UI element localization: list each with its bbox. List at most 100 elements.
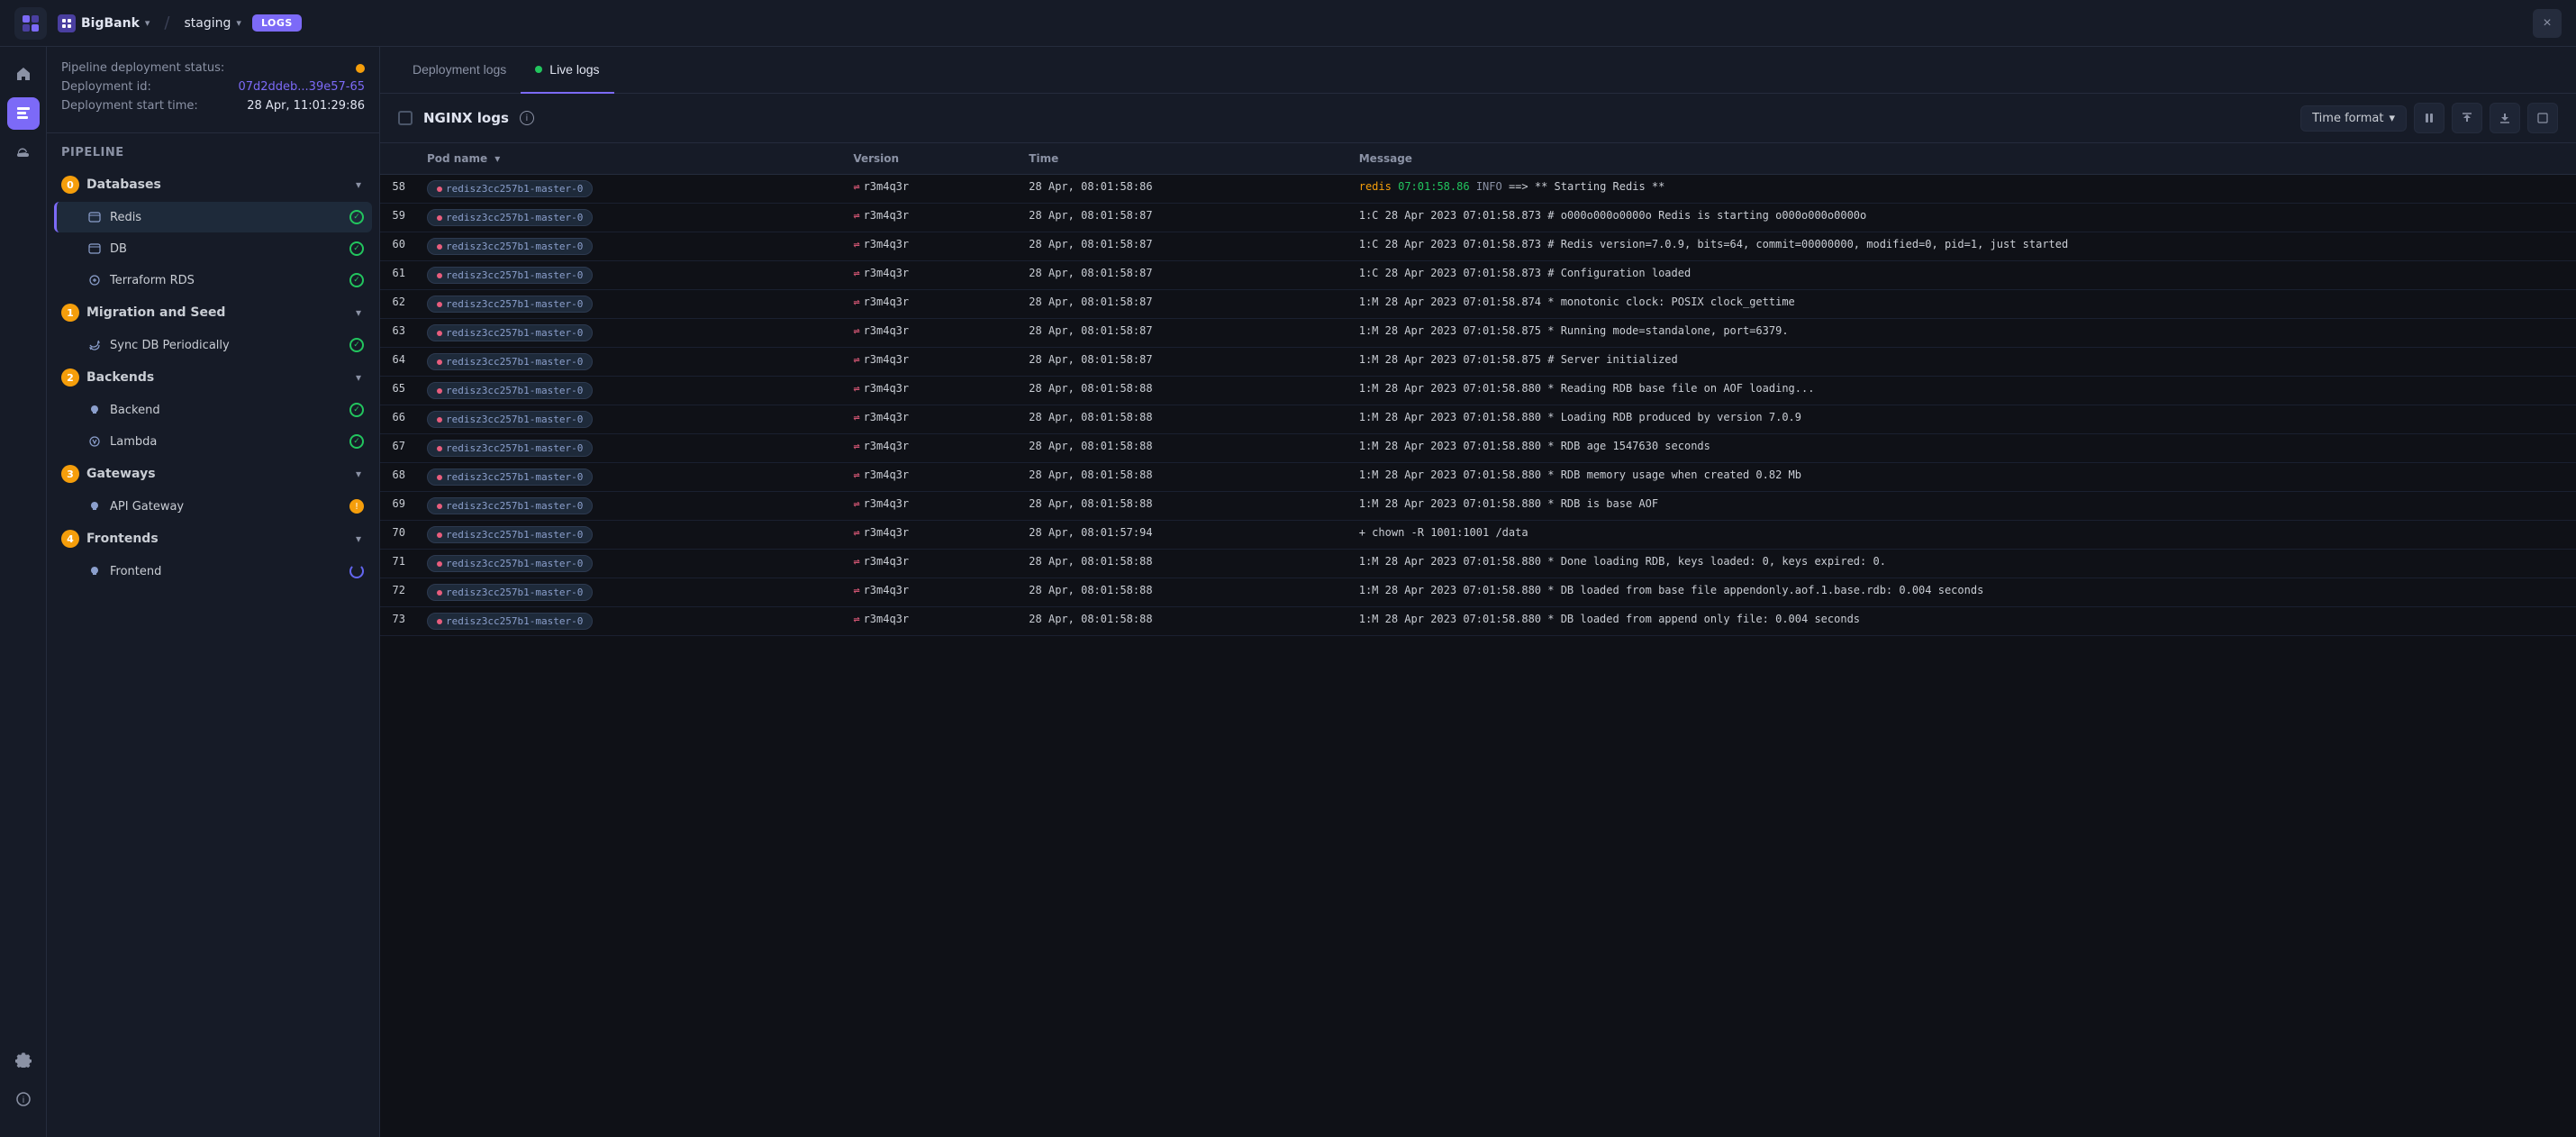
- lambda-icon: [86, 433, 103, 450]
- row-version: ⇌ r3m4q3r: [842, 377, 1018, 405]
- pipeline-sidebar: Pipeline deployment status: Deployment i…: [47, 47, 380, 1137]
- pipeline-item-db[interactable]: DB ✓: [54, 233, 372, 264]
- pipeline-item-lambda[interactable]: Lambda ✓: [54, 426, 372, 457]
- frontends-group-name: Frontends: [86, 532, 345, 546]
- pipeline-item-sync-db[interactable]: Sync DB Periodically ✓: [54, 330, 372, 360]
- terraform-icon: [86, 272, 103, 288]
- close-button[interactable]: ×: [2533, 9, 2562, 38]
- row-message: 1:M 28 Apr 2023 07:01:58.880 * RDB is ba…: [1348, 492, 2576, 521]
- environment-selector[interactable]: staging ▾: [185, 16, 241, 31]
- pipeline-item-api-gateway[interactable]: API Gateway !: [54, 491, 372, 522]
- pipeline-status-row: Pipeline deployment status:: [61, 61, 365, 75]
- row-message: + chown -R 1001:1001 /data: [1348, 521, 2576, 550]
- row-time: 28 Apr, 08:01:58:88: [1018, 578, 1347, 607]
- home-icon-btn[interactable]: [7, 58, 40, 90]
- time-format-button[interactable]: Time format ▾: [2300, 105, 2407, 132]
- row-num: 65: [380, 377, 416, 405]
- backend-icon: [86, 402, 103, 418]
- settings-icon-btn[interactable]: [7, 1043, 40, 1076]
- pipeline-icon-btn[interactable]: [7, 97, 40, 130]
- row-pod: redisz3cc257b1-master-0: [416, 405, 842, 434]
- row-time: 28 Apr, 08:01:58:87: [1018, 319, 1347, 348]
- group-databases-header[interactable]: 0 Databases ▾: [54, 168, 372, 201]
- pod-sort-icon: ▾: [494, 152, 500, 165]
- pause-button[interactable]: [2414, 103, 2444, 133]
- export-button[interactable]: [2527, 103, 2558, 133]
- nginx-info-icon[interactable]: i: [520, 111, 534, 125]
- row-version: ⇌ r3m4q3r: [842, 607, 1018, 636]
- row-time: 28 Apr, 08:01:58:88: [1018, 492, 1347, 521]
- live-logs-label: Live logs: [549, 62, 599, 77]
- start-time-label: Deployment start time:: [61, 99, 198, 113]
- row-pod: redisz3cc257b1-master-0: [416, 578, 842, 607]
- row-num: 69: [380, 492, 416, 521]
- pipeline-item-redis[interactable]: Redis ✓: [54, 202, 372, 232]
- col-num: [380, 143, 416, 175]
- row-time: 28 Apr, 08:01:58:88: [1018, 434, 1347, 463]
- deployment-id-value[interactable]: 07d2ddeb...39e57-65: [238, 80, 365, 94]
- gateways-group-name: Gateways: [86, 467, 345, 481]
- row-num: 67: [380, 434, 416, 463]
- row-message: redis 07:01:58.86 INFO ==> ** Starting R…: [1348, 175, 2576, 204]
- backend-status-icon: ✓: [349, 402, 365, 418]
- pipeline-item-frontend[interactable]: Frontend: [54, 556, 372, 587]
- group-gateways-header[interactable]: 3 Gateways ▾: [54, 458, 372, 490]
- logs-table: Pod name ▾ Version Time Message 58 redis…: [380, 143, 2576, 636]
- table-row: 68 redisz3cc257b1-master-0 ⇌ r3m4q3r 28 …: [380, 463, 2576, 492]
- row-version: ⇌ r3m4q3r: [842, 348, 1018, 377]
- api-gateway-item-name: API Gateway: [110, 500, 341, 514]
- row-message: 1:M 28 Apr 2023 07:01:58.880 * RDB memor…: [1348, 463, 2576, 492]
- row-num: 59: [380, 204, 416, 232]
- info-icon-btn[interactable]: i: [7, 1083, 40, 1115]
- cloud-icon-btn[interactable]: [7, 137, 40, 169]
- project-selector[interactable]: BigBank ▾: [58, 14, 150, 32]
- row-pod: redisz3cc257b1-master-0: [416, 434, 842, 463]
- pipeline-item-terraform-rds[interactable]: Terraform RDS ✓: [54, 265, 372, 296]
- tab-deployment-logs[interactable]: Deployment logs: [398, 47, 521, 94]
- migration-group-name: Migration and Seed: [86, 305, 345, 320]
- row-time: 28 Apr, 08:01:58:87: [1018, 232, 1347, 261]
- terraform-rds-item-name: Terraform RDS: [110, 274, 341, 287]
- pipeline-item-backend[interactable]: Backend ✓: [54, 395, 372, 425]
- row-time: 28 Apr, 08:01:58:88: [1018, 377, 1347, 405]
- download-button[interactable]: [2490, 103, 2520, 133]
- status-dot-icon: [356, 64, 365, 73]
- col-version: Version: [842, 143, 1018, 175]
- group-migration-header[interactable]: 1 Migration and Seed ▾: [54, 296, 372, 329]
- icon-sidebar: i: [0, 47, 47, 1137]
- project-chevron-icon: ▾: [145, 17, 150, 29]
- col-time: Time: [1018, 143, 1347, 175]
- db-status-icon: ✓: [349, 241, 365, 257]
- scroll-top-button[interactable]: [2452, 103, 2482, 133]
- db-icon: [86, 241, 103, 257]
- group-frontends-header[interactable]: 4 Frontends ▾: [54, 523, 372, 555]
- col-message: Message: [1348, 143, 2576, 175]
- migration-badge: 1: [61, 304, 79, 322]
- row-pod: redisz3cc257b1-master-0: [416, 550, 842, 578]
- row-message: 1:M 28 Apr 2023 07:01:58.874 * monotonic…: [1348, 290, 2576, 319]
- row-message: 1:M 28 Apr 2023 07:01:58.880 * Done load…: [1348, 550, 2576, 578]
- row-message: 1:M 28 Apr 2023 07:01:58.880 * DB loaded…: [1348, 607, 2576, 636]
- row-num: 58: [380, 175, 416, 204]
- logs-container: Pod name ▾ Version Time Message 58 redis…: [380, 143, 2576, 1137]
- row-pod: redisz3cc257b1-master-0: [416, 348, 842, 377]
- migration-chevron-icon: ▾: [352, 306, 365, 319]
- api-gateway-status-icon: !: [349, 498, 365, 514]
- group-backends-header[interactable]: 2 Backends ▾: [54, 361, 372, 394]
- row-message: 1:C 28 Apr 2023 07:01:58.873 # Redis ver…: [1348, 232, 2576, 261]
- project-name: BigBank: [81, 16, 140, 31]
- col-pod[interactable]: Pod name ▾: [416, 143, 842, 175]
- table-row: 72 redisz3cc257b1-master-0 ⇌ r3m4q3r 28 …: [380, 578, 2576, 607]
- row-version: ⇌ r3m4q3r: [842, 550, 1018, 578]
- row-num: 62: [380, 290, 416, 319]
- tab-live-logs[interactable]: Live logs: [521, 47, 613, 94]
- sync-db-item-name: Sync DB Periodically: [110, 339, 341, 352]
- row-version: ⇌ r3m4q3r: [842, 521, 1018, 550]
- nginx-logs-label: NGINX logs: [423, 110, 509, 126]
- table-row: 58 redisz3cc257b1-master-0 ⇌ r3m4q3r 28 …: [380, 175, 2576, 204]
- nginx-checkbox[interactable]: [398, 111, 413, 125]
- row-num: 64: [380, 348, 416, 377]
- pipeline-title: Pipeline: [47, 133, 379, 168]
- table-row: 61 redisz3cc257b1-master-0 ⇌ r3m4q3r 28 …: [380, 261, 2576, 290]
- row-time: 28 Apr, 08:01:58:88: [1018, 463, 1347, 492]
